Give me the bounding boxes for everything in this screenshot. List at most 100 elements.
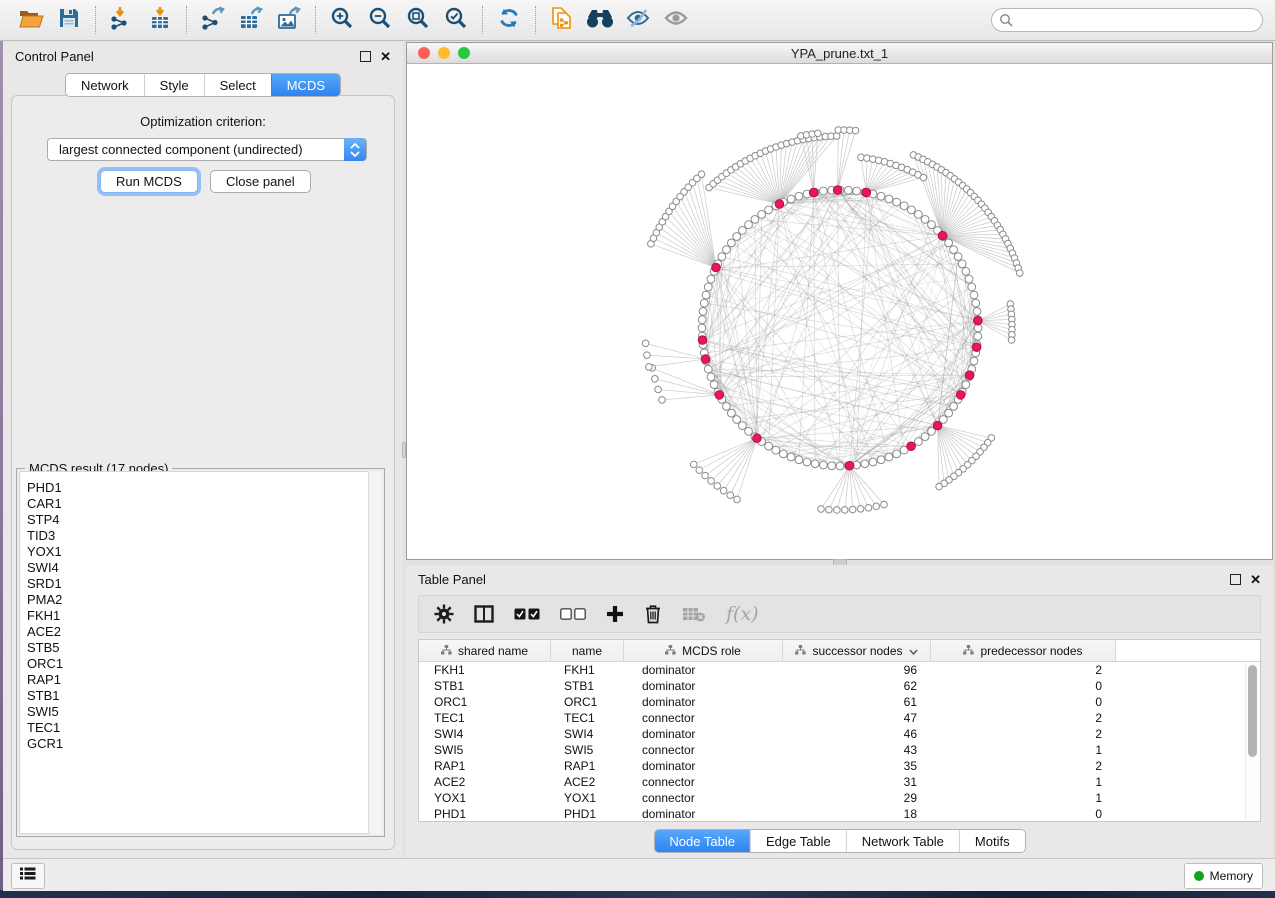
network-node[interactable] xyxy=(945,409,953,417)
search-input[interactable] xyxy=(991,8,1263,32)
tab-select[interactable]: Select xyxy=(204,74,271,96)
mcds-result-item[interactable]: STB1 xyxy=(27,688,381,704)
mcds-result-item[interactable]: TID3 xyxy=(27,528,381,544)
mcds-result-item[interactable]: SRD1 xyxy=(27,576,381,592)
network-node[interactable] xyxy=(723,246,731,254)
network-node[interactable] xyxy=(704,283,712,291)
mcds-node[interactable] xyxy=(933,421,942,430)
search-network-button[interactable] xyxy=(581,4,619,36)
network-graph[interactable] xyxy=(407,63,1272,559)
network-node[interactable] xyxy=(920,174,927,181)
network-node[interactable] xyxy=(881,501,888,508)
save-session-button[interactable] xyxy=(50,4,88,36)
mcds-result-item[interactable]: ACE2 xyxy=(27,624,381,640)
zoom-window-traffic-light[interactable] xyxy=(458,47,470,59)
column-header-successor-nodes[interactable]: successor nodes xyxy=(783,640,931,661)
mcds-node[interactable] xyxy=(715,391,724,400)
close-window-traffic-light[interactable] xyxy=(418,47,430,59)
mcds-node[interactable] xyxy=(775,200,784,209)
toggle-columns-icon[interactable] xyxy=(474,605,494,623)
network-node[interactable] xyxy=(877,456,885,464)
table-row[interactable]: PHD1PHD1dominator180 xyxy=(419,806,1260,822)
network-node[interactable] xyxy=(965,275,973,283)
mcds-node[interactable] xyxy=(833,186,842,195)
mcds-result-item[interactable]: ORC1 xyxy=(27,656,381,672)
mcds-node[interactable] xyxy=(972,343,981,352)
network-node[interactable] xyxy=(973,307,981,315)
tab-edge-table[interactable]: Edge Table xyxy=(750,830,846,852)
network-node[interactable] xyxy=(819,187,827,195)
network-node[interactable] xyxy=(836,462,844,470)
network-node[interactable] xyxy=(751,215,759,223)
network-node[interactable] xyxy=(723,402,731,410)
network-node[interactable] xyxy=(720,487,727,494)
export-table-button[interactable] xyxy=(232,4,270,36)
network-node[interactable] xyxy=(733,233,741,241)
network-node[interactable] xyxy=(852,127,859,134)
network-node[interactable] xyxy=(772,446,780,454)
table-row[interactable]: FKH1FKH1dominator962 xyxy=(419,662,1260,678)
mcds-result-item[interactable]: PMA2 xyxy=(27,592,381,608)
table-row[interactable]: ORC1ORC1dominator610 xyxy=(419,694,1260,710)
network-node[interactable] xyxy=(873,503,880,510)
mcds-node[interactable] xyxy=(701,355,710,364)
clone-network-button[interactable] xyxy=(543,4,581,36)
mcds-node[interactable] xyxy=(956,391,965,400)
column-header-shared-name[interactable]: shared name xyxy=(419,640,551,661)
network-node[interactable] xyxy=(962,267,970,275)
network-node[interactable] xyxy=(718,253,726,261)
table-row[interactable]: ACE2ACE2connector311 xyxy=(419,774,1260,790)
network-node[interactable] xyxy=(710,381,718,389)
deselect-all-checkboxes-icon[interactable] xyxy=(560,608,586,620)
network-node[interactable] xyxy=(765,442,773,450)
network-node[interactable] xyxy=(928,221,936,229)
network-node[interactable] xyxy=(936,483,943,490)
network-node[interactable] xyxy=(844,186,852,194)
network-node[interactable] xyxy=(914,211,922,219)
network-node[interactable] xyxy=(644,352,651,359)
network-node[interactable] xyxy=(727,492,734,499)
zoom-out-button[interactable] xyxy=(361,4,399,36)
network-node[interactable] xyxy=(1016,270,1023,277)
network-node[interactable] xyxy=(954,253,962,261)
mcds-node[interactable] xyxy=(938,231,947,240)
network-node[interactable] xyxy=(779,450,787,458)
network-node[interactable] xyxy=(900,202,908,210)
tab-node-table[interactable]: Node Table xyxy=(654,830,750,852)
mcds-result-item[interactable]: SWI5 xyxy=(27,704,381,720)
network-node[interactable] xyxy=(803,458,811,466)
network-node[interactable] xyxy=(699,307,707,315)
mcds-result-item[interactable]: TEC1 xyxy=(27,720,381,736)
network-node[interactable] xyxy=(893,198,901,206)
mcds-node[interactable] xyxy=(907,442,916,451)
network-node[interactable] xyxy=(907,206,915,214)
mcds-result-item[interactable]: FKH1 xyxy=(27,608,381,624)
network-node[interactable] xyxy=(962,381,970,389)
mcds-result-item[interactable]: CAR1 xyxy=(27,496,381,512)
network-node[interactable] xyxy=(690,461,697,468)
mcds-node[interactable] xyxy=(753,434,762,443)
network-node[interactable] xyxy=(914,438,922,446)
network-node[interactable] xyxy=(861,460,869,468)
network-node[interactable] xyxy=(698,171,705,178)
network-node[interactable] xyxy=(714,483,721,490)
network-node[interactable] xyxy=(702,472,709,479)
network-node[interactable] xyxy=(745,427,753,435)
tab-network-table[interactable]: Network Table xyxy=(846,830,959,852)
show-preview-button[interactable] xyxy=(657,4,695,36)
select-all-checkboxes-icon[interactable] xyxy=(514,608,540,620)
network-node[interactable] xyxy=(970,291,978,299)
minimize-window-traffic-light[interactable] xyxy=(438,47,450,59)
zoom-fit-button[interactable] xyxy=(399,4,437,36)
network-node[interactable] xyxy=(885,195,893,203)
network-node[interactable] xyxy=(659,397,666,404)
hide-panels-button[interactable] xyxy=(619,4,657,36)
mcds-node[interactable] xyxy=(974,316,983,325)
table-scrollbar[interactable] xyxy=(1245,662,1260,821)
mcds-result-item[interactable]: YOX1 xyxy=(27,544,381,560)
close-panel-icon[interactable]: ✕ xyxy=(380,52,391,61)
node-table[interactable]: shared namenameMCDS rolesuccessor nodesp… xyxy=(418,639,1261,822)
export-network-button[interactable] xyxy=(194,4,232,36)
network-node[interactable] xyxy=(921,433,929,441)
table-row[interactable]: STB1STB1dominator620 xyxy=(419,678,1260,694)
